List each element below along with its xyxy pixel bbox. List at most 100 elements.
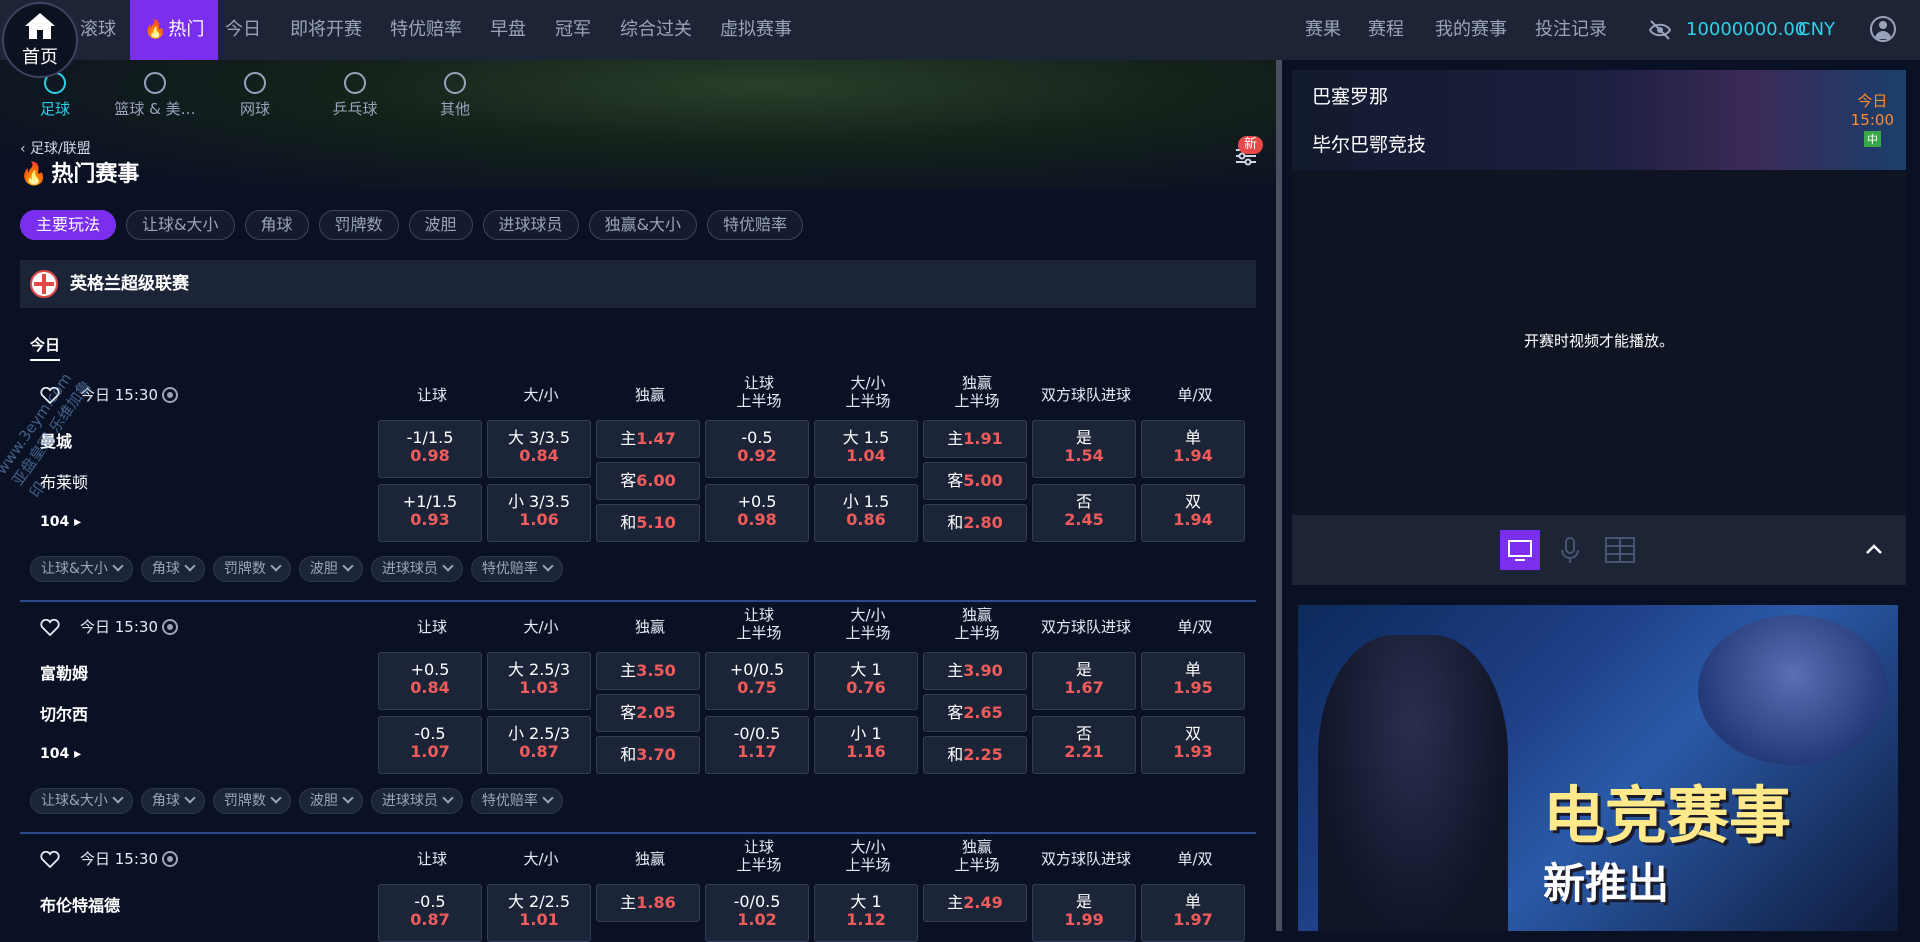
sport-tab-soccer[interactable]: 足球	[5, 72, 105, 119]
odds-cell[interactable]: +1/1.5 0.93	[378, 484, 482, 542]
sub-chip[interactable]: 罚牌数	[212, 556, 291, 582]
odds-cell[interactable]: 小 2.5/3 0.87	[487, 716, 591, 774]
odds-cell[interactable]: 和5.10	[596, 504, 700, 542]
sub-chip[interactable]: 罚牌数	[212, 788, 291, 814]
chip-main[interactable]: 主要玩法	[20, 210, 117, 240]
odds-cell[interactable]: 和2.25	[923, 736, 1027, 774]
odds-cell[interactable]: 客2.05	[596, 694, 700, 732]
promo-banner[interactable]: 电竞赛事 新推出	[1298, 605, 1898, 931]
nav-hot[interactable]: 🔥 热门	[130, 0, 219, 60]
sub-chip[interactable]: 特优赔率	[470, 788, 563, 814]
odds-cell[interactable]: -0.5 0.92	[705, 420, 809, 478]
odds-cell[interactable]: 小 3/3.5 1.06	[487, 484, 591, 542]
nav-bet-history[interactable]: 投注记录	[1535, 0, 1607, 60]
sport-tab-table-tennis[interactable]: 乒乓球	[305, 72, 405, 119]
odds-cell[interactable]: 主3.90	[923, 652, 1027, 690]
nav-today[interactable]: 今日	[225, 0, 261, 60]
day-tab-today[interactable]: 今日	[30, 334, 61, 361]
odds-cell[interactable]: 客6.00	[596, 462, 700, 500]
odds-cell[interactable]: 双 1.94	[1141, 484, 1245, 542]
odds-cell[interactable]: 是 1.67	[1032, 652, 1136, 710]
league-header[interactable]: 英格兰超级联赛	[20, 260, 1256, 308]
chevron-up-icon[interactable]	[1854, 530, 1894, 570]
odds-cell[interactable]: 单 1.94	[1141, 420, 1245, 478]
odds-cell[interactable]: 大 1.5 1.04	[814, 420, 918, 478]
odds-cell[interactable]: 大 2/2.5 1.01	[487, 884, 591, 942]
odds-cell[interactable]: 单 1.95	[1141, 652, 1245, 710]
tv-icon[interactable]	[1500, 530, 1540, 570]
odds-cell[interactable]: -0.5 0.87	[378, 884, 482, 942]
favorite-heart-icon[interactable]	[40, 851, 60, 869]
favorite-heart-icon[interactable]	[40, 619, 60, 637]
odds-cell[interactable]: -0/0.5 1.17	[705, 716, 809, 774]
odds-value: 0.92	[737, 446, 777, 465]
breadcrumb[interactable]: ‹ 足球/联盟	[20, 138, 91, 158]
odds-cell[interactable]: 是 1.54	[1032, 420, 1136, 478]
sport-tab-basketball[interactable]: 篮球 & 美…	[105, 72, 205, 119]
sub-chip[interactable]: 波胆	[298, 556, 363, 582]
odds-cell[interactable]: -0/0.5 1.02	[705, 884, 809, 942]
nav-virtual[interactable]: 虚拟赛事	[720, 0, 792, 60]
odds-cell[interactable]: 客5.00	[923, 462, 1027, 500]
chip-corners[interactable]: 角球	[244, 210, 309, 240]
chip-cards[interactable]: 罚牌数	[318, 210, 399, 240]
sub-chip[interactable]: 进球球员	[370, 788, 463, 814]
nav-upcoming[interactable]: 即将开赛	[290, 0, 362, 60]
odds-cell[interactable]: 大 3/3.5 0.84	[487, 420, 591, 478]
nav-parlay[interactable]: 综合过关	[620, 0, 692, 60]
field-layout-icon[interactable]	[1600, 530, 1640, 570]
odds-cell[interactable]: 否 2.45	[1032, 484, 1136, 542]
chip-scorers[interactable]: 进球球员	[482, 210, 579, 240]
sport-tab-tennis[interactable]: 网球	[205, 72, 305, 119]
odds-cell[interactable]: 大 1 0.76	[814, 652, 918, 710]
eye-off-icon[interactable]	[1648, 18, 1672, 42]
nav-special-odds[interactable]: 特优赔率	[390, 0, 462, 60]
odds-cell[interactable]: -1/1.5 0.98	[378, 420, 482, 478]
odds-cell[interactable]: 主1.47	[596, 420, 700, 458]
odds-cell[interactable]: 小 1 1.16	[814, 716, 918, 774]
sport-tab-other[interactable]: 其他	[405, 72, 505, 119]
odds-cell[interactable]: +0.5 0.84	[378, 652, 482, 710]
odds-cell[interactable]: 小 1.5 0.86	[814, 484, 918, 542]
odds-cell[interactable]: 主1.86	[596, 884, 700, 922]
odds-cell[interactable]: +0/0.5 0.75	[705, 652, 809, 710]
nav-outright[interactable]: 冠军	[555, 0, 591, 60]
nav-inplay[interactable]: 滚球	[80, 0, 116, 60]
home-button[interactable]: 首页	[2, 2, 78, 78]
more-markets-link[interactable]: 104 ▸	[40, 746, 81, 762]
nav-my-matches[interactable]: 我的赛事	[1435, 0, 1507, 60]
odds-cell[interactable]: 主1.91	[923, 420, 1027, 458]
sub-chip[interactable]: 特优赔率	[470, 556, 563, 582]
odds-cell[interactable]: 和3.70	[596, 736, 700, 774]
odds-cell[interactable]: 主3.50	[596, 652, 700, 690]
odds-cell[interactable]: 是 1.99	[1032, 884, 1136, 942]
odds-cell[interactable]: -0.5 1.07	[378, 716, 482, 774]
sub-chip[interactable]: 让球&大小	[30, 788, 133, 814]
featured-match-card[interactable]: 巴塞罗那 毕尔巴鄂竞技 今日 15:00 中	[1292, 70, 1906, 170]
nav-results[interactable]: 赛果	[1305, 0, 1341, 60]
video-player[interactable]: 开赛时视频才能播放。	[1292, 170, 1906, 515]
odds-cell[interactable]: 否 2.21	[1032, 716, 1136, 774]
nav-schedule[interactable]: 赛程	[1368, 0, 1404, 60]
sub-chip[interactable]: 角球	[140, 788, 205, 814]
sub-chip[interactable]: 波胆	[298, 788, 363, 814]
avatar-icon[interactable]	[1870, 16, 1896, 42]
odds-cell[interactable]: 主2.49	[923, 884, 1027, 922]
microphone-icon[interactable]	[1550, 530, 1590, 570]
chip-handicap-ou[interactable]: 让球&大小	[126, 210, 235, 240]
odds-cell[interactable]: 客2.65	[923, 694, 1027, 732]
sub-chip[interactable]: 角球	[140, 556, 205, 582]
col-l1: 让球	[743, 838, 774, 856]
chip-special-odds[interactable]: 特优赔率	[707, 210, 804, 240]
sub-chip[interactable]: 让球&大小	[30, 556, 133, 582]
odds-cell[interactable]: 大 2.5/3 1.03	[487, 652, 591, 710]
chip-1x2-ou[interactable]: 独赢&大小	[588, 210, 698, 240]
sub-chip[interactable]: 进球球员	[370, 556, 463, 582]
odds-cell[interactable]: 双 1.93	[1141, 716, 1245, 774]
odds-cell[interactable]: +0.5 0.98	[705, 484, 809, 542]
odds-cell[interactable]: 单 1.97	[1141, 884, 1245, 942]
nav-early[interactable]: 早盘	[490, 0, 526, 60]
chip-correct-score[interactable]: 波胆	[408, 210, 473, 240]
odds-cell[interactable]: 和2.80	[923, 504, 1027, 542]
odds-cell[interactable]: 大 1 1.12	[814, 884, 918, 942]
